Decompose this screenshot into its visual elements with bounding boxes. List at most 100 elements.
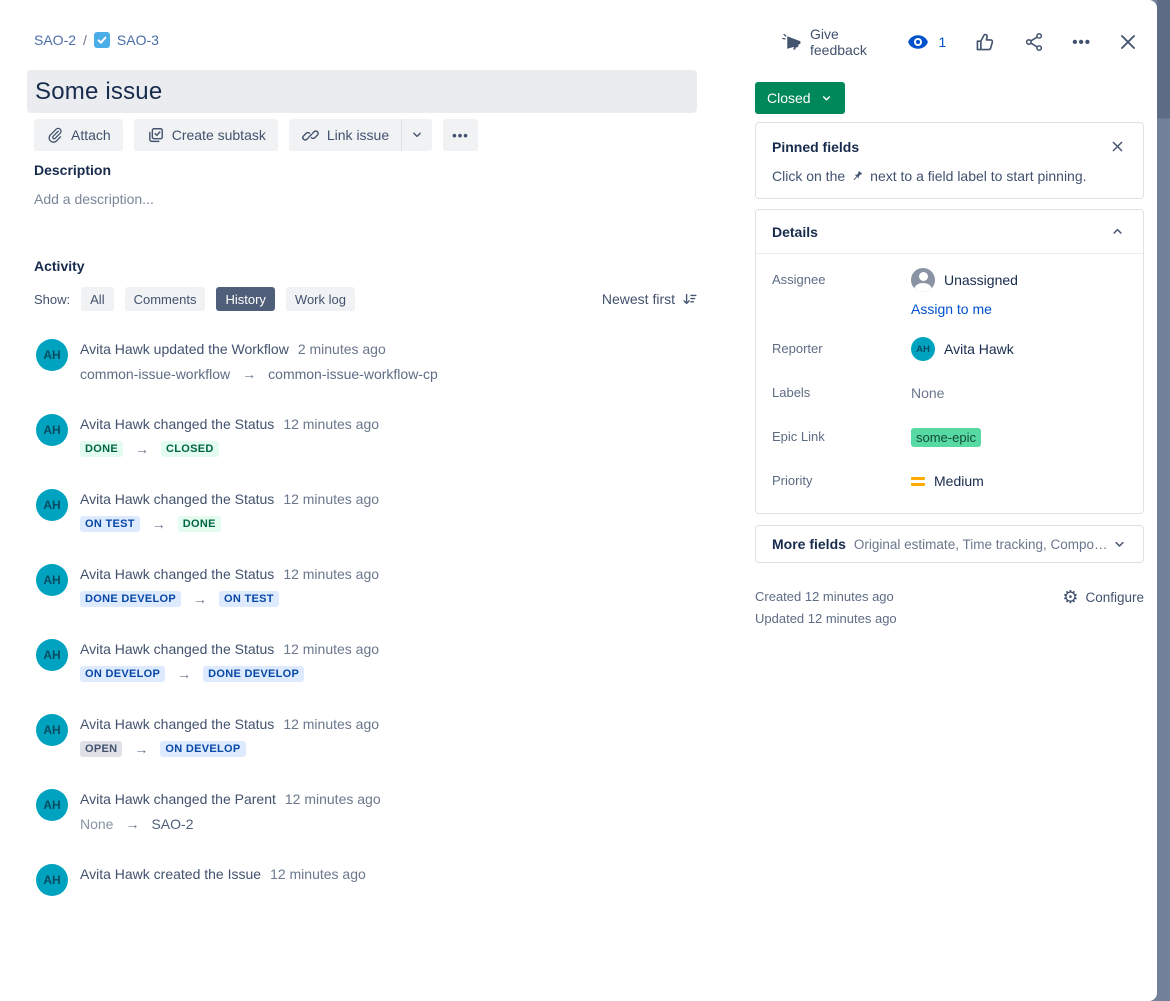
sort-order-button[interactable]: Newest first bbox=[602, 291, 697, 307]
configure-button[interactable]: ⚙ Configure bbox=[1062, 586, 1144, 606]
labels-value[interactable]: None bbox=[911, 381, 944, 405]
activity-text: Avita Hawk changed the Status bbox=[80, 416, 274, 432]
activity-text: Avita Hawk changed the Parent bbox=[80, 791, 276, 807]
paperclip-icon bbox=[46, 126, 64, 144]
avatar: AH bbox=[36, 489, 68, 521]
activity-entry: AHAvita Hawk updated the Workflow2 minut… bbox=[34, 339, 697, 382]
thumbs-up-icon bbox=[973, 31, 996, 54]
issue-modal: SAO-2 / SAO-3 Give feedback 1 bbox=[0, 0, 1157, 1001]
activity-text: Avita Hawk changed the Status bbox=[80, 641, 274, 657]
breadcrumb-parent-link[interactable]: SAO-2 bbox=[34, 32, 76, 48]
activity-text: Avita Hawk created the Issue bbox=[80, 866, 261, 882]
status-label: Closed bbox=[767, 90, 811, 106]
status-badge: OPEN bbox=[80, 741, 122, 757]
close-icon bbox=[1118, 32, 1138, 52]
activity-timestamp: 12 minutes ago bbox=[283, 641, 379, 657]
give-feedback-label: Give feedback bbox=[810, 26, 879, 58]
activity-timestamp: 12 minutes ago bbox=[285, 791, 381, 807]
tab-comments[interactable]: Comments bbox=[125, 287, 206, 311]
priority-value[interactable]: Medium bbox=[911, 469, 984, 493]
tab-all[interactable]: All bbox=[81, 287, 113, 311]
create-subtask-label: Create subtask bbox=[172, 127, 266, 143]
status-badge: ON DEVELOP bbox=[80, 666, 165, 682]
reporter-row: Reporter AH Avita Hawk bbox=[772, 337, 1127, 361]
labels-row: Labels None bbox=[772, 381, 1127, 405]
more-fields-heading: More fields bbox=[772, 536, 846, 552]
avatar: AH bbox=[36, 414, 68, 446]
close-icon bbox=[1110, 139, 1125, 154]
activity-timestamp: 12 minutes ago bbox=[270, 866, 366, 882]
like-button[interactable] bbox=[973, 31, 996, 54]
issue-title-field[interactable]: Some issue bbox=[27, 70, 697, 113]
epic-link-badge[interactable]: some-epic bbox=[911, 428, 981, 447]
status-badge: DONE DEVELOP bbox=[80, 591, 181, 607]
priority-medium-icon bbox=[911, 477, 925, 486]
activity-timestamp: 12 minutes ago bbox=[283, 416, 379, 432]
share-button[interactable] bbox=[1023, 31, 1045, 53]
attach-button[interactable]: Attach bbox=[34, 119, 123, 151]
change-value: common-issue-workflow-cp bbox=[268, 366, 438, 382]
activity-tabs: All Comments History Work log bbox=[81, 287, 355, 311]
activity-entry: AH Avita Hawk changed the Status 12 minute… bbox=[34, 414, 697, 457]
toolbar-more-button[interactable]: ••• bbox=[443, 119, 478, 151]
activity-entry: AHAvita Hawk created the Issue12 minutes… bbox=[34, 864, 697, 896]
status-badge: DONE DEVELOP bbox=[203, 666, 304, 682]
arrow-right-icon: → bbox=[134, 741, 148, 757]
chevron-down-icon bbox=[410, 128, 424, 142]
assign-to-me-link[interactable]: Assign to me bbox=[911, 301, 1018, 317]
activity-entry: AHAvita Hawk changed the Parent12 minute… bbox=[34, 789, 697, 832]
more-actions-button[interactable]: ••• bbox=[1072, 35, 1091, 50]
change-value: SAO-2 bbox=[151, 816, 193, 832]
activity-text: Avita Hawk updated the Workflow bbox=[80, 341, 289, 357]
chevron-up-icon bbox=[1110, 224, 1125, 239]
epic-link-label: Epic Link bbox=[772, 425, 911, 449]
activity-text: Avita Hawk changed the Status bbox=[80, 491, 274, 507]
epic-link-row: Epic Link some-epic bbox=[772, 425, 1127, 449]
pinned-message-before: Click on the bbox=[772, 168, 845, 184]
status-badge: DONE bbox=[80, 441, 123, 457]
pin-icon bbox=[850, 169, 865, 184]
meta-row: Created 12 minutes ago Updated 12 minute… bbox=[755, 586, 1144, 630]
reporter-value[interactable]: AH Avita Hawk bbox=[911, 337, 1014, 361]
assignee-name: Unassigned bbox=[944, 272, 1018, 288]
link-issue-button[interactable]: Link issue bbox=[289, 119, 401, 151]
megaphone-icon bbox=[782, 32, 803, 53]
modal-backdrop-scrollbar[interactable] bbox=[1157, 0, 1170, 1001]
details-panel: Details Assignee Unassigned Assign t bbox=[755, 209, 1144, 514]
link-issue-dropdown-button[interactable] bbox=[401, 119, 432, 151]
issue-title: Some issue bbox=[35, 78, 162, 106]
pinned-fields-panel: Pinned fields Click on the next to a fie… bbox=[755, 122, 1144, 199]
status-badge: ON TEST bbox=[80, 516, 140, 532]
status-badge: DONE bbox=[178, 516, 221, 532]
tab-work-log[interactable]: Work log bbox=[286, 287, 355, 311]
arrow-right-icon: → bbox=[135, 441, 149, 457]
description-section: Description Add a description... bbox=[34, 162, 697, 207]
priority-label: Priority bbox=[772, 469, 911, 493]
pinned-fields-close-button[interactable] bbox=[1108, 137, 1127, 156]
activity-list: AHAvita Hawk updated the Workflow2 minut… bbox=[34, 339, 697, 896]
status-dropdown-button[interactable]: Closed bbox=[755, 82, 845, 114]
avatar: AH bbox=[36, 564, 68, 596]
breadcrumb-current-link[interactable]: SAO-3 bbox=[117, 32, 159, 48]
tab-history[interactable]: History bbox=[216, 287, 274, 311]
avatar: AH bbox=[36, 639, 68, 671]
give-feedback-button[interactable]: Give feedback bbox=[782, 26, 879, 58]
close-modal-button[interactable] bbox=[1118, 32, 1138, 52]
issue-toolbar: Attach Create subtask Link issue ••• bbox=[34, 119, 489, 151]
details-collapse-button[interactable] bbox=[1108, 222, 1127, 241]
pinned-fields-heading: Pinned fields bbox=[772, 139, 1108, 155]
assignee-value[interactable]: Unassigned bbox=[911, 268, 1018, 292]
description-placeholder[interactable]: Add a description... bbox=[34, 191, 697, 207]
unassigned-avatar-icon bbox=[911, 268, 935, 292]
sort-descending-icon bbox=[681, 291, 697, 307]
arrow-right-icon: → bbox=[152, 516, 166, 532]
status-badge: ON TEST bbox=[219, 591, 279, 607]
arrow-right-icon: → bbox=[193, 591, 207, 607]
activity-entry: AHAvita Hawk changed the Status12 minute… bbox=[34, 714, 697, 757]
watch-button[interactable]: 1 bbox=[906, 30, 946, 54]
more-fields-panel[interactable]: More fields Original estimate, Time trac… bbox=[755, 525, 1144, 563]
arrow-right-icon: → bbox=[177, 666, 191, 682]
right-sidebar: Closed Pinned fields Click on the next bbox=[755, 82, 1144, 630]
create-subtask-button[interactable]: Create subtask bbox=[134, 119, 278, 151]
details-header[interactable]: Details bbox=[756, 210, 1143, 254]
